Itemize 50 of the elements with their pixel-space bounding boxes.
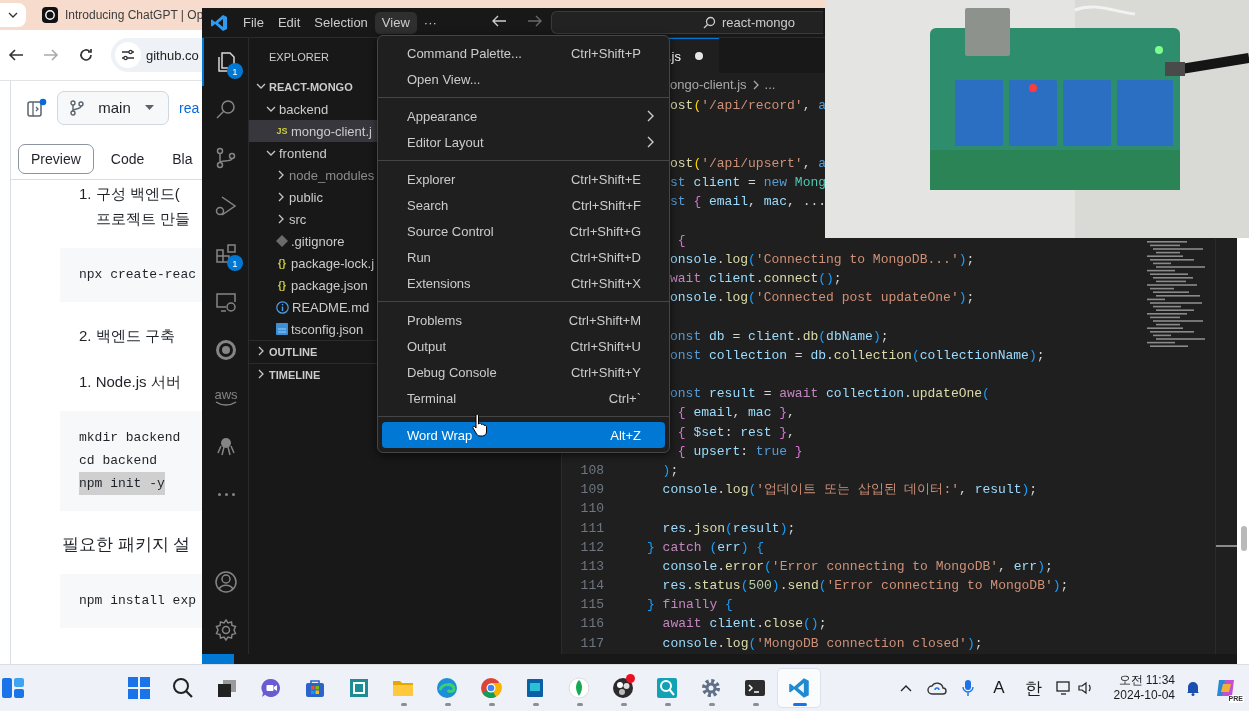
code-line: onst result = await collection.updateOne( bbox=[669, 385, 990, 404]
line-number: 111 bbox=[580, 520, 604, 536]
workspace-name: react-mongo bbox=[722, 15, 795, 30]
code-line: console.log('MongoDB connection closed'); bbox=[661, 634, 983, 653]
code-line: { bbox=[676, 231, 686, 250]
code-line: onsole.log('Connecting to MongoDB...'); bbox=[669, 250, 975, 269]
line-number: 113 bbox=[580, 558, 604, 574]
line-number: 109 bbox=[580, 482, 604, 498]
count-badge: 1 bbox=[227, 63, 243, 79]
code-line: onst collection = db.collection(collectionName); bbox=[669, 346, 1045, 365]
line-number: 116 bbox=[580, 616, 604, 632]
code-line: st { email, mac, ... bbox=[669, 193, 827, 212]
code-line: ost('/api/record', a bbox=[669, 97, 827, 116]
code-line: ost('/api/upsert', a bbox=[669, 154, 827, 173]
code-line: cd backend bbox=[79, 452, 157, 470]
code-line: wait client.connect(); bbox=[669, 270, 842, 289]
aws-logo: aws bbox=[214, 389, 238, 407]
paragraph-text: 필요한 패키지 설 bbox=[62, 535, 191, 554]
json-file-icon: {} bbox=[276, 279, 288, 291]
code-line: npx create-reac bbox=[79, 266, 197, 284]
line-number: 115 bbox=[580, 597, 604, 613]
sidebar-title: EXPLORER bbox=[269, 51, 329, 63]
code-line: console.error('Error connecting to MongoDB', err); bbox=[661, 557, 1053, 576]
js-file-icon: JS bbox=[276, 126, 288, 136]
code-line: { email, mac }, bbox=[676, 404, 795, 423]
line-number: 114 bbox=[580, 578, 604, 594]
list-item-text: 1. Node.js 서버 bbox=[79, 373, 181, 390]
code-line: npm install exp bbox=[79, 592, 197, 610]
list-item-text: 프로젝트 만들 bbox=[96, 210, 191, 227]
code-line: { $set: rest }, bbox=[676, 423, 795, 442]
code-line: } finally { bbox=[647, 596, 733, 615]
code-line: { upsert: true } bbox=[676, 442, 803, 461]
code-line: res.status(500).send('Error connecting to MongoDB'); bbox=[661, 577, 1069, 596]
code-line: ); bbox=[661, 461, 679, 480]
code-line: await client.close(); bbox=[661, 615, 827, 634]
count-badge: 1 bbox=[227, 255, 243, 271]
list-item-text: 1. 구성 백엔드( bbox=[79, 185, 180, 202]
code-line: onst db = client.db(dbName); bbox=[669, 327, 889, 346]
code-line: res.json(result); bbox=[661, 519, 796, 538]
code-line: console.log('업데이트 또는 삽입된 데이터:', result); bbox=[661, 481, 1038, 500]
line-number: 110 bbox=[580, 501, 604, 517]
code-line: onsole.log('Connected post updateOne'); bbox=[669, 289, 975, 308]
line-number: 112 bbox=[580, 539, 604, 555]
code-line: } catch (err) { bbox=[647, 538, 765, 557]
list-item-text: 2. 백엔드 구축 bbox=[79, 327, 175, 344]
line-number: 108 bbox=[580, 462, 604, 478]
line-number: 117 bbox=[580, 635, 604, 651]
json-file-icon: {} bbox=[276, 257, 288, 269]
code-line: mkdir backend bbox=[79, 429, 181, 447]
code-line: st client = new Mong bbox=[669, 174, 827, 193]
